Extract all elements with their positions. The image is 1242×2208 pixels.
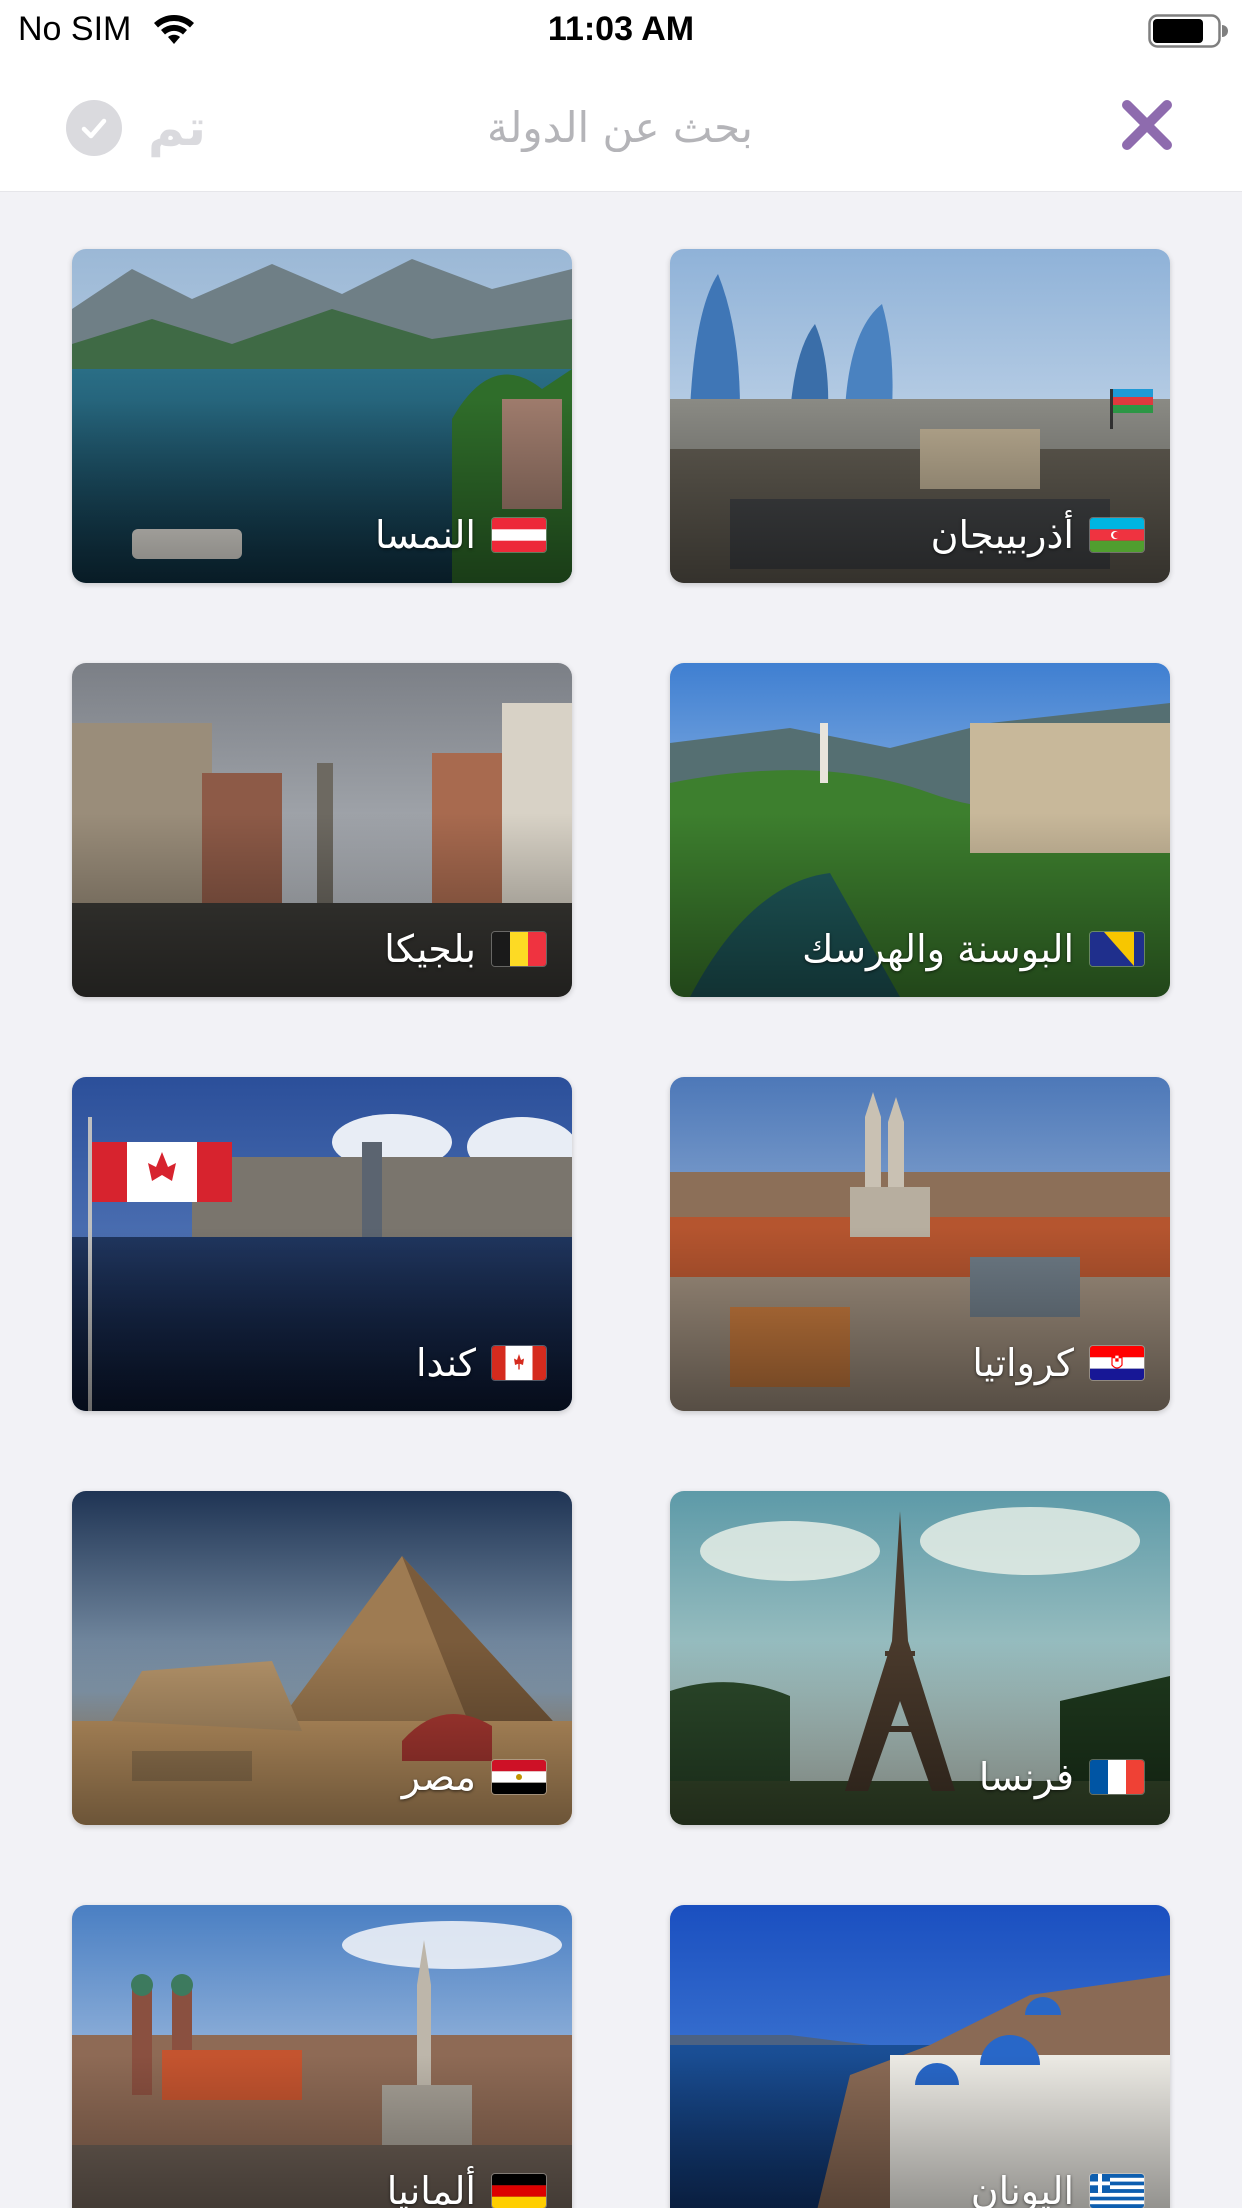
- country-name: فرنسا: [978, 1755, 1074, 1799]
- germany-flag-icon: [492, 2174, 546, 2208]
- country-name: ألمانيا: [386, 2169, 476, 2208]
- country-card-france[interactable]: فرنسا: [670, 1491, 1170, 1825]
- close-button[interactable]: [1112, 92, 1182, 162]
- country-card-germany[interactable]: ألمانيا: [72, 1905, 572, 2208]
- belgium-flag-icon: [492, 932, 546, 966]
- battery-icon: [1148, 14, 1228, 52]
- country-search-input[interactable]: [330, 92, 910, 162]
- checkmark-icon: [66, 100, 122, 156]
- country-name: كرواتيا: [972, 1341, 1074, 1385]
- country-card-belgium[interactable]: بلجيكا: [72, 663, 572, 997]
- egypt-flag-icon: [492, 1760, 546, 1794]
- clock: 11:03 AM: [547, 10, 695, 48]
- country-card-canada[interactable]: كندا: [72, 1077, 572, 1411]
- country-name: مصر: [401, 1755, 476, 1799]
- canada-flag-icon: [492, 1346, 546, 1380]
- croatia-flag-icon: [1090, 1346, 1144, 1380]
- bosnia-flag-icon: [1090, 932, 1144, 966]
- country-card-azerbaijan[interactable]: أذربيبجان: [670, 249, 1170, 583]
- done-label: تم: [148, 99, 206, 157]
- country-grid: النمسا أذربيبجان بلجيكا البوسنة والهرسك …: [72, 249, 1170, 2208]
- austria-flag-icon: [492, 518, 546, 552]
- country-name: اليونان: [970, 2169, 1074, 2208]
- nav-bar: تم: [0, 62, 1242, 192]
- country-card-croatia[interactable]: كرواتيا: [670, 1077, 1170, 1411]
- status-bar: No SIM 11:03 AM: [0, 0, 1242, 62]
- country-card-greece[interactable]: اليونان: [670, 1905, 1170, 2208]
- azerbaijan-flag-icon: [1090, 518, 1144, 552]
- france-flag-icon: [1090, 1760, 1144, 1794]
- country-card-austria[interactable]: النمسا: [72, 249, 572, 583]
- country-card-bosnia[interactable]: البوسنة والهرسك: [670, 663, 1170, 997]
- country-name: النمسا: [374, 513, 476, 557]
- close-icon: [1119, 97, 1175, 157]
- country-name: البوسنة والهرسك: [802, 927, 1074, 971]
- done-button[interactable]: تم: [66, 98, 206, 158]
- country-name: كندا: [415, 1341, 476, 1385]
- country-name: بلجيكا: [384, 927, 476, 971]
- country-card-egypt[interactable]: مصر: [72, 1491, 572, 1825]
- greece-flag-icon: [1090, 2174, 1144, 2208]
- country-name: أذربيبجان: [930, 513, 1074, 557]
